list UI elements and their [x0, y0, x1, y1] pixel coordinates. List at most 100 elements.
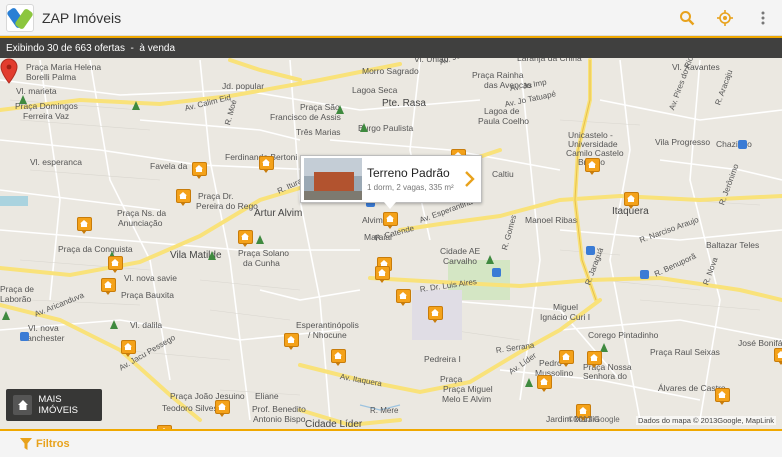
map-place-label: Praça Solano [238, 248, 290, 258]
map-place-label: Cidade AE [440, 246, 481, 256]
overflow-menu-icon [761, 11, 765, 24]
property-marker-icon[interactable] [537, 375, 552, 392]
map-place-label: Laranja da China [517, 58, 582, 63]
overflow-menu-button[interactable] [744, 0, 782, 36]
map-place-label: Esperantinópolis [296, 320, 359, 330]
chevron-right-icon[interactable] [462, 169, 476, 189]
map-place-label: Eliane [255, 391, 279, 401]
property-marker-icon[interactable] [284, 333, 299, 350]
map-place-label: Paula Coelho [478, 116, 530, 126]
park-icon [110, 320, 118, 329]
property-marker-icon[interactable] [77, 217, 92, 234]
map-place-label: Lagoa Seca [352, 85, 398, 95]
park-icon [256, 235, 264, 244]
map-place-label: Ferreira Vaz [23, 111, 70, 121]
map-place-label: Praça João Jesuino [170, 391, 245, 401]
filter-icon[interactable] [20, 438, 32, 450]
property-title: Terreno Padrão [367, 166, 450, 180]
property-marker-icon[interactable] [101, 278, 116, 295]
bus-station-icon [20, 332, 29, 341]
filter-button[interactable]: Filtros [36, 438, 70, 450]
locate-icon [717, 9, 733, 26]
map-place-label: Laborão [0, 294, 32, 304]
map-place-label: Manoel Ribas [525, 215, 577, 225]
property-marker-icon[interactable] [715, 388, 730, 405]
map-place-label: Prof. Benedito [252, 404, 306, 414]
map-place-label: Praça Rainha [472, 70, 524, 80]
map-place-label: Favela da [150, 161, 188, 171]
map-place-label: Vl. nova [28, 323, 59, 333]
park-icon [360, 123, 368, 132]
map-place-label: Praça Dr. [198, 191, 234, 201]
map-place-label: Praça [440, 374, 463, 384]
map-place-label: Ignácio Curi I [540, 312, 591, 322]
park-icon [208, 251, 216, 260]
map-place-label: Vl. dalila [130, 320, 163, 330]
property-marker-icon[interactable] [774, 348, 782, 365]
map-place-label: José Bonifácio [738, 338, 782, 348]
property-marker-icon[interactable] [108, 256, 123, 273]
map-place-label: Praça Maria Helena [26, 62, 102, 72]
action-bar: ZAP Imóveis [0, 0, 782, 36]
more-properties-button[interactable]: MAIS IMÓVEIS [6, 389, 102, 421]
property-marker-icon[interactable] [624, 192, 639, 209]
map-place-label: Praça Ns. da [117, 208, 167, 218]
map-place-label: Cidade Líder [305, 419, 363, 430]
map-place-label: Praça Raul Seixas [650, 347, 720, 357]
property-marker-icon[interactable] [587, 351, 602, 368]
map-place-label: Senhora do [583, 371, 627, 381]
selected-property-marker-icon[interactable] [0, 58, 18, 84]
map-place-label: Melo E Alvim [442, 394, 492, 404]
bottom-bar: Filtros [0, 429, 782, 457]
map-place-label: Pereira do Rego [196, 201, 258, 211]
map-place-label: Vl. Xavantes [672, 62, 720, 72]
map-place-label: Pedreira I [424, 354, 461, 364]
results-summary-bar: Exibindo 30 de 663 ofertas - à venda [0, 36, 782, 58]
map-attribution: Dados do mapa © 2013Google, MapLink [635, 416, 776, 425]
map-place-label: Praça da Conquista [58, 244, 133, 254]
map-place-label: Baltazar Teles [706, 240, 760, 250]
map-place-label: Três Marias [296, 127, 341, 137]
property-marker-icon[interactable] [176, 189, 191, 206]
more-properties-label: MAIS IMÓVEIS [38, 394, 79, 416]
map-place-label: da Cunha [243, 258, 280, 268]
property-info-text: Terreno Padrão 1 dorm, 2 vagas, 335 m² [367, 166, 462, 192]
property-marker-icon[interactable] [383, 212, 398, 229]
map-place-label: Carvalho [443, 256, 478, 266]
map-place-label: Anunciação [118, 218, 163, 228]
property-marker-icon[interactable] [121, 340, 136, 357]
property-marker-icon[interactable] [428, 306, 443, 323]
property-marker-icon[interactable] [396, 289, 411, 306]
bus-station-icon [640, 270, 649, 279]
map-place-label: Vl. nova savie [124, 273, 177, 283]
property-marker-icon[interactable] [192, 162, 207, 179]
map-road-label: R. Mere [370, 406, 399, 415]
search-icon [680, 10, 695, 25]
property-marker-icon[interactable] [585, 158, 600, 175]
app-logo-icon[interactable] [6, 3, 34, 32]
bus-station-icon [738, 140, 747, 149]
map-place-label: Alvim [362, 215, 383, 225]
map-view[interactable]: Praça Maria Helena Borelli Palma Vl. marie… [0, 58, 782, 429]
property-info-window[interactable]: Terreno Padrão 1 dorm, 2 vagas, 335 m² [300, 155, 482, 203]
property-marker-icon[interactable] [375, 266, 390, 283]
map-place-label: Vl. esperanca [30, 157, 82, 167]
map-place-label: Corego Pintadinho [588, 330, 659, 340]
park-icon [486, 255, 494, 264]
park-icon [132, 101, 140, 110]
map-place-label: Praça São [300, 102, 340, 112]
search-button[interactable] [668, 0, 706, 36]
map-place-label: Antonio Bispo [253, 414, 306, 424]
property-marker-icon[interactable] [331, 349, 346, 366]
property-marker-icon[interactable] [259, 156, 274, 173]
property-marker-icon[interactable] [238, 230, 253, 247]
home-icon [17, 400, 28, 410]
google-logo: ©2013 Google [568, 415, 620, 424]
map-place-label: / Nhocune [308, 330, 347, 340]
property-marker-icon[interactable] [559, 350, 574, 367]
property-marker-icon[interactable] [215, 400, 230, 417]
map-place-label: Miguel [553, 302, 579, 312]
map-place-label: Praça Bauxita [121, 290, 174, 300]
map-place-label: Praça Miguel [443, 384, 493, 394]
locate-button[interactable] [706, 0, 744, 36]
